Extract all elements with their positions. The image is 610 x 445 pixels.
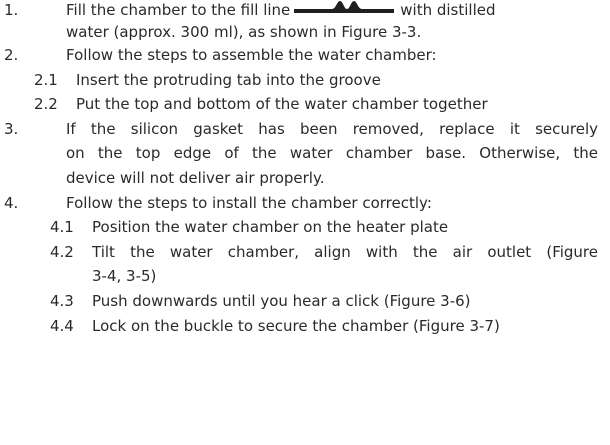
substep-number: 4.3 bbox=[50, 292, 74, 310]
substep-number: 4.1 bbox=[50, 218, 74, 236]
step-text: on the top edge of the water chamber bas… bbox=[66, 144, 598, 162]
substep-text: Push downwards until you hear a click (F… bbox=[92, 292, 471, 310]
substep-number: 4.4 bbox=[50, 317, 74, 335]
step-number: 4. bbox=[4, 194, 19, 212]
step-number: 1. bbox=[4, 1, 19, 19]
step-text: water (approx. 300 ml), as shown in Figu… bbox=[66, 23, 422, 41]
step-number: 2. bbox=[4, 46, 19, 64]
substep-number: 2.2 bbox=[34, 95, 58, 113]
substep-text: Tilt the water chamber, align with the a… bbox=[92, 243, 598, 261]
substep-number: 2.1 bbox=[34, 71, 58, 89]
step-text: Follow the steps to install the chamber … bbox=[66, 194, 432, 212]
substep-text: Put the top and bottom of the water cham… bbox=[76, 95, 488, 113]
substep-text: Lock on the buckle to secure the chamber… bbox=[92, 317, 500, 335]
instruction-page: 1. Fill the chamber to the fill line wit… bbox=[0, 0, 610, 445]
substep-number: 4.2 bbox=[50, 243, 74, 261]
step-number: 3. bbox=[4, 120, 19, 138]
step-text-before-icon: Fill the chamber to the fill line bbox=[66, 1, 291, 19]
step-text: Fill the chamber to the fill line with d… bbox=[66, 0, 496, 21]
step-text: Follow the steps to assemble the water c… bbox=[66, 46, 437, 64]
step-text: If the silicon gasket has been removed, … bbox=[66, 120, 598, 138]
substep-text: Position the water chamber on the heater… bbox=[92, 218, 449, 236]
step-text: device will not deliver air properly. bbox=[66, 169, 325, 187]
substep-text: 3-4, 3-5) bbox=[92, 267, 157, 285]
substep-text: Insert the protruding tab into the groov… bbox=[76, 71, 381, 89]
fill-line-icon bbox=[294, 0, 395, 19]
step-text-after-icon: with distilled bbox=[400, 1, 496, 19]
